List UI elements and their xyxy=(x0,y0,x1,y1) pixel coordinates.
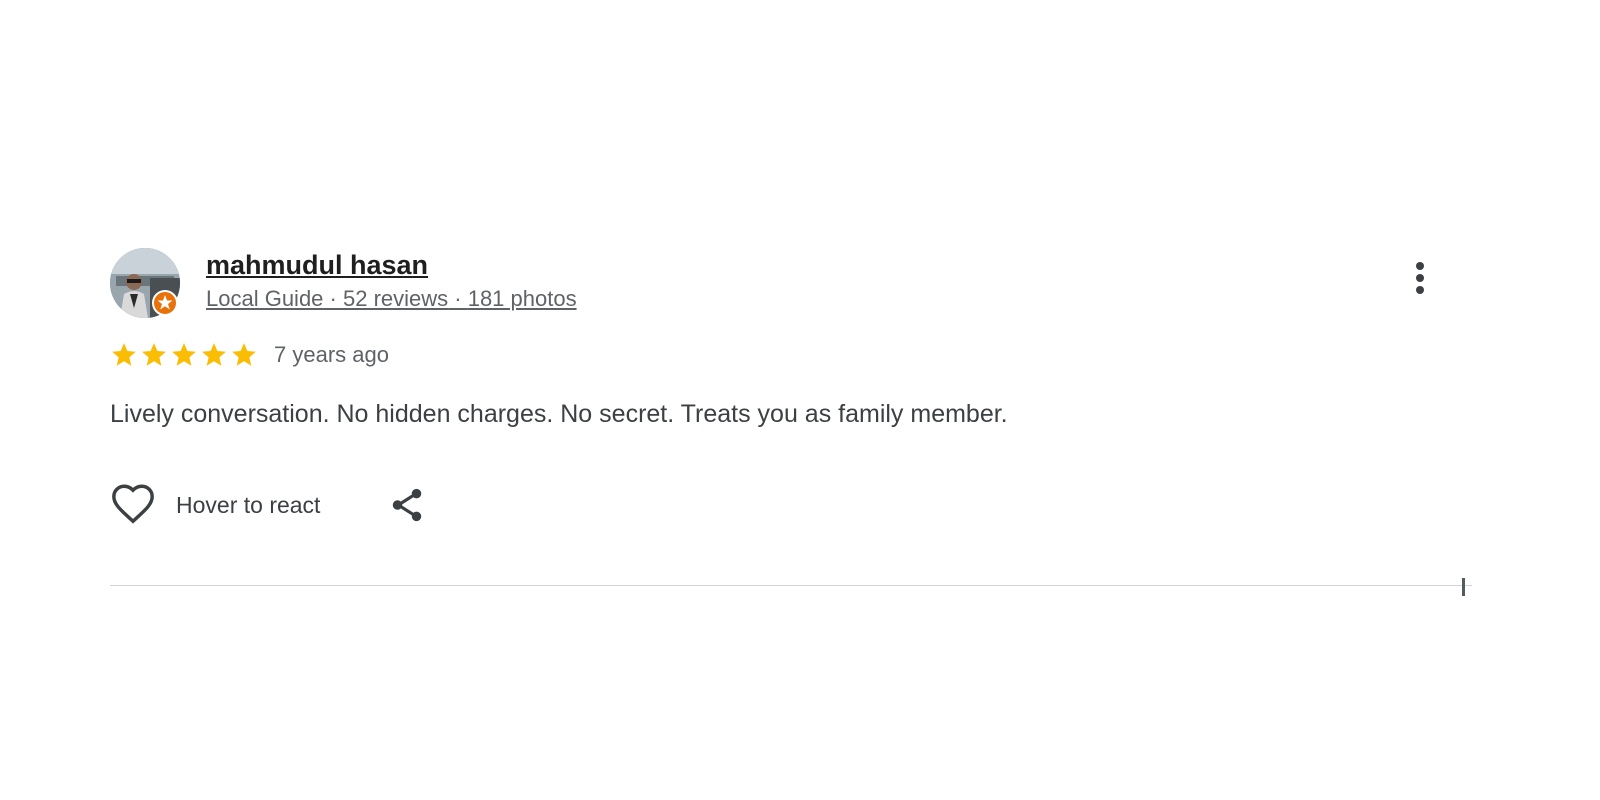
local-guide-badge-icon xyxy=(152,290,178,316)
photos-count-link[interactable]: 181 photos xyxy=(468,286,577,311)
reviews-count-link[interactable]: 52 reviews xyxy=(343,286,448,311)
rating-row: 7 years ago xyxy=(110,338,389,372)
reviewer-meta: Local Guide · 52 reviews · 181 photos xyxy=(206,286,577,312)
review-date: 7 years ago xyxy=(274,342,389,367)
review-actions: Hover to react xyxy=(110,480,428,530)
review-divider xyxy=(110,585,1472,586)
more-vert-icon xyxy=(1416,262,1424,294)
meta-separator: · xyxy=(448,286,468,311)
review-header: mahmudul hasan Local Guide · 52 reviews … xyxy=(110,248,1472,320)
more-options-button[interactable] xyxy=(1400,254,1440,302)
share-button[interactable] xyxy=(386,484,428,526)
star-icon xyxy=(202,343,226,366)
star-rating xyxy=(110,341,258,369)
reviewer-name-link[interactable]: mahmudul hasan xyxy=(206,250,428,280)
star-icon xyxy=(142,343,166,366)
react-label: Hover to react xyxy=(176,491,321,518)
review-text: Lively conversation. No hidden charges. … xyxy=(110,400,1008,428)
heart-icon xyxy=(112,484,154,524)
star-icon xyxy=(232,343,256,366)
star-icon xyxy=(112,343,136,366)
review-card: mahmudul hasan Local Guide · 52 reviews … xyxy=(110,248,1472,596)
star-icon xyxy=(172,343,196,366)
react-button[interactable]: Hover to react xyxy=(110,482,320,528)
local-guide-link[interactable]: Local Guide xyxy=(206,286,323,311)
meta-separator: · xyxy=(323,286,343,311)
scroll-marker xyxy=(1462,578,1465,596)
share-icon xyxy=(393,488,422,522)
